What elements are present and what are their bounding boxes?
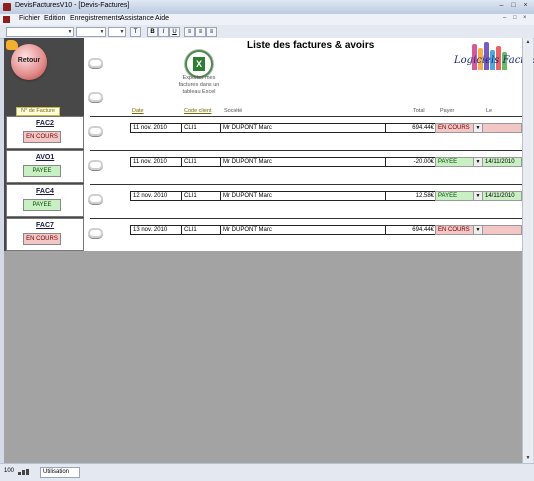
client-code-field[interactable]: CLI1 xyxy=(181,157,221,167)
menu-enregistrements[interactable]: Enregistrements xyxy=(70,15,121,22)
close-button[interactable]: × xyxy=(521,2,530,10)
scroll-down-icon[interactable]: ▼ xyxy=(523,454,533,463)
company-field[interactable]: Mr DUPONT Marc xyxy=(220,157,386,167)
company-field[interactable]: Mr DUPONT Marc xyxy=(220,123,386,133)
empty-area xyxy=(4,251,522,463)
bold-button[interactable]: B xyxy=(147,27,158,37)
color-select[interactable]: ▼ xyxy=(108,27,126,37)
invoice-row: 11 nov. 2010 CLI1 Mr DUPONT Marc 694.44€… xyxy=(84,116,522,150)
menu-edition[interactable]: Edition xyxy=(44,15,65,22)
status-badge: PAYEE xyxy=(23,165,61,177)
minimize-button[interactable]: – xyxy=(497,2,506,10)
company-field[interactable]: Mr DUPONT Marc xyxy=(220,191,386,201)
app-icon xyxy=(3,3,11,11)
status-badge: PAYEE xyxy=(23,199,61,211)
col-header-client-code: Code client xyxy=(184,108,212,114)
col-header-payer: Payer xyxy=(440,108,455,114)
date-field[interactable]: 12 nov. 2010 xyxy=(130,191,182,201)
invoice-tab[interactable]: AVO1 PAYEE xyxy=(6,150,84,183)
invoice-tab[interactable]: FAC4 PAYEE xyxy=(6,184,84,217)
paid-date-field[interactable] xyxy=(482,123,522,133)
vertical-scrollbar[interactable]: ▲ ▼ xyxy=(522,38,533,463)
excel-export-icon[interactable]: X xyxy=(185,50,213,78)
client-code-field[interactable]: CLI1 xyxy=(181,191,221,201)
text-tool-button[interactable]: T xyxy=(130,27,141,37)
status-badge: EN COURS xyxy=(23,233,61,245)
menu-aide[interactable]: Aide xyxy=(155,15,169,22)
align-left-button[interactable]: ≡ xyxy=(184,27,195,37)
paid-date-field[interactable]: 14/11/2010 xyxy=(482,191,522,201)
total-field[interactable]: 12.58€ xyxy=(385,191,437,201)
row-separator xyxy=(90,116,522,117)
date-field[interactable]: 11 nov. 2010 xyxy=(130,157,182,167)
zoom-level[interactable]: 100 xyxy=(4,468,14,474)
col-header-date: Date xyxy=(132,108,144,114)
scroll-up-icon[interactable]: ▲ xyxy=(523,38,533,47)
total-field[interactable]: 694.44€ xyxy=(385,225,437,235)
col-header-le: Le xyxy=(486,108,493,114)
mdi-minimize-button[interactable]: – xyxy=(503,15,506,21)
company-field[interactable]: Mr DUPONT Marc xyxy=(220,225,386,235)
excel-glyph: X xyxy=(193,57,205,71)
zoom-icon[interactable] xyxy=(18,469,32,475)
invoice-row: 13 nov. 2010 CLI1 Mr DUPONT Marc 694.44€… xyxy=(84,218,522,252)
invoice-number[interactable]: AVO1 xyxy=(7,154,83,161)
mode-select[interactable]: Utilisation xyxy=(40,467,80,478)
payer-select[interactable]: EN COURS xyxy=(435,123,475,133)
back-arrow-icon xyxy=(6,40,18,50)
row-separator xyxy=(90,218,522,219)
col-header-company: Société xyxy=(224,108,243,114)
menu-assistance[interactable]: Assistance xyxy=(120,15,154,22)
italic-button[interactable]: I xyxy=(158,27,169,37)
menu-fichier[interactable]: Fichier xyxy=(19,15,40,22)
binder-ring-icon xyxy=(88,58,103,68)
format-toolbar: ▼ ▼ ▼ T B I U ≡ ≡ ≡ xyxy=(0,25,534,39)
maximize-button[interactable]: □ xyxy=(509,2,518,10)
align-right-button[interactable]: ≡ xyxy=(206,27,217,37)
company-logo: Logiciels Faciles xyxy=(452,42,534,74)
document-icon[interactable] xyxy=(3,16,10,23)
payer-select[interactable]: EN COURS xyxy=(435,225,475,235)
excel-export-label[interactable]: Exporter mes factures dans un tableau Ex… xyxy=(176,75,222,96)
chevron-down-icon: ▼ xyxy=(99,29,105,35)
total-field[interactable]: 694.44€ xyxy=(385,123,437,133)
status-badge: EN COURS xyxy=(23,131,61,143)
client-code-field[interactable]: CLI1 xyxy=(181,123,221,133)
total-field[interactable]: -20.00€ xyxy=(385,157,437,167)
window-title: DevisFacturesV10 - [Devis-Factures] xyxy=(15,2,130,9)
status-bar: 100 Utilisation xyxy=(0,463,534,481)
invoice-number[interactable]: FAC7 xyxy=(7,222,83,229)
invoice-tab[interactable]: FAC2 EN COURS xyxy=(6,116,84,149)
underline-button[interactable]: U xyxy=(169,27,180,37)
paid-date-field[interactable]: 14/11/2010 xyxy=(482,157,522,167)
mdi-maximize-button[interactable]: □ xyxy=(513,15,517,21)
col-header-invoice-no: N° de Facture xyxy=(16,107,60,116)
size-select[interactable]: ▼ xyxy=(76,27,106,37)
mdi-close-button[interactable]: × xyxy=(523,15,527,21)
font-select[interactable]: ▼ xyxy=(6,27,74,37)
row-separator xyxy=(90,184,522,185)
date-field[interactable]: 11 nov. 2010 xyxy=(130,123,182,133)
invoice-row: 12 nov. 2010 CLI1 Mr DUPONT Marc 12.58€ … xyxy=(84,184,522,218)
binder-ring-icon xyxy=(88,92,103,102)
invoice-tab[interactable]: FAC7 EN COURS xyxy=(6,218,84,251)
chevron-down-icon: ▼ xyxy=(67,29,73,35)
payer-select[interactable]: PAYEE xyxy=(435,157,475,167)
back-button[interactable]: Retour xyxy=(6,40,47,80)
title-bar: DevisFacturesV10 - [Devis-Factures] – □ … xyxy=(0,0,534,15)
invoice-number[interactable]: FAC2 xyxy=(7,120,83,127)
col-header-total: Total xyxy=(413,108,425,114)
back-label: Retour xyxy=(17,57,41,64)
date-field[interactable]: 13 nov. 2010 xyxy=(130,225,182,235)
invoice-row: 11 nov. 2010 CLI1 Mr DUPONT Marc -20.00€… xyxy=(84,150,522,184)
payer-select[interactable]: PAYEE xyxy=(435,191,475,201)
row-separator xyxy=(90,150,522,151)
invoice-number[interactable]: FAC4 xyxy=(7,188,83,195)
align-center-button[interactable]: ≡ xyxy=(195,27,206,37)
chevron-down-icon: ▼ xyxy=(119,29,125,35)
page-title: Liste des factures & avoirs xyxy=(247,40,375,51)
paid-date-field[interactable] xyxy=(482,225,522,235)
client-code-field[interactable]: CLI1 xyxy=(181,225,221,235)
